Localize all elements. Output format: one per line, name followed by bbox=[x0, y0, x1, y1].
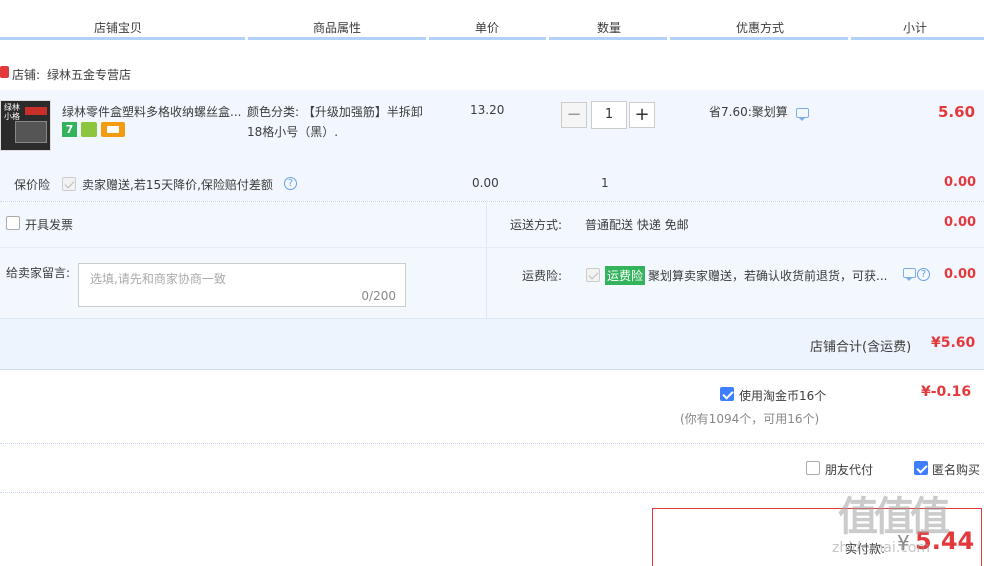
watermark-site: zhidemai.com bbox=[832, 540, 931, 556]
discount-text: 省7.60:聚划算 bbox=[709, 105, 788, 119]
use-coins-label: 使用淘金币16个 bbox=[739, 389, 827, 403]
shipping-label: 运送方式: bbox=[510, 218, 563, 232]
cart-header: 店铺宝贝 商品属性 单价 数量 优惠方式 小计 bbox=[0, 0, 984, 40]
product-thumbnail[interactable]: 绿林 小格 bbox=[0, 100, 51, 151]
credit-card-icon bbox=[101, 122, 125, 137]
quantity-increase-button[interactable]: + bbox=[629, 102, 655, 128]
header-divider bbox=[549, 37, 667, 40]
quantity-decrease-button[interactable]: − bbox=[561, 102, 587, 128]
insurance-subtotal: 0.00 bbox=[944, 175, 977, 190]
product-attr-line1: 颜色分类: 【升级加强筋】半拆卸 bbox=[247, 105, 423, 119]
chat-icon[interactable] bbox=[903, 268, 916, 281]
shipping-method: 普通配送 快递 免邮 bbox=[585, 218, 689, 232]
insurance-checkbox[interactable] bbox=[62, 177, 76, 191]
col-discount: 优惠方式 bbox=[736, 21, 785, 35]
friend-pay-label: 朋友代付 bbox=[825, 463, 874, 477]
thumbnail-banner bbox=[25, 107, 47, 115]
seller-message-input[interactable]: 选填,请先和商家协商一致 0/200 bbox=[78, 263, 406, 307]
seven-day-return-icon: 7 bbox=[62, 122, 77, 137]
anonymous-purchase-checkbox[interactable] bbox=[914, 461, 928, 475]
divider bbox=[0, 443, 984, 444]
divider bbox=[0, 492, 984, 493]
chat-icon[interactable] bbox=[796, 108, 809, 121]
shipping-price: 0.00 bbox=[944, 215, 977, 230]
watermark-logo: 值值值 bbox=[838, 494, 950, 540]
product-attr-line2: 18格小号（黑）. bbox=[247, 125, 339, 139]
freight-insurance-label: 运费险: bbox=[522, 269, 563, 283]
message-placeholder: 选填,请先和商家协商一致 bbox=[90, 272, 226, 286]
coins-discount: ¥-0.16 bbox=[921, 384, 972, 400]
invoice-label: 开具发票 bbox=[25, 218, 74, 232]
friend-pay-checkbox[interactable] bbox=[806, 461, 820, 475]
col-unit-price: 单价 bbox=[475, 21, 500, 35]
col-quantity: 数量 bbox=[597, 21, 622, 35]
unit-price: 13.20 bbox=[470, 103, 505, 117]
divider bbox=[0, 247, 984, 248]
vertical-divider bbox=[486, 202, 487, 318]
help-icon[interactable]: ? bbox=[917, 268, 930, 281]
freight-insurance-checkbox[interactable] bbox=[586, 268, 600, 282]
col-attributes: 商品属性 bbox=[313, 21, 362, 35]
insurance-desc: 卖家赠送,若15天降价,保险赔付差额 bbox=[82, 178, 273, 192]
use-coins-checkbox[interactable] bbox=[720, 387, 734, 401]
insurance-label: 保价险 bbox=[14, 178, 51, 192]
header-divider bbox=[429, 37, 546, 40]
shop-name[interactable]: 绿林五金专营店 bbox=[47, 66, 131, 83]
shop-icon bbox=[0, 66, 9, 78]
shop-label: 店铺: bbox=[12, 68, 41, 82]
message-counter: 0/200 bbox=[361, 289, 396, 303]
shop-total-label: 店铺合计(含运费) bbox=[810, 340, 912, 355]
header-divider bbox=[851, 37, 984, 40]
header-divider bbox=[248, 37, 426, 40]
quantity-input[interactable]: 1 bbox=[591, 101, 627, 129]
help-icon[interactable]: ? bbox=[284, 177, 297, 190]
insurance-price: 0.00 bbox=[472, 176, 499, 190]
product-title-link[interactable]: 绿林零件盒塑料多格收纳螺丝盒... bbox=[62, 103, 242, 120]
freight-insurance-price: 0.00 bbox=[944, 267, 977, 282]
message-label: 给卖家留言: bbox=[6, 266, 71, 280]
insurance-qty: 1 bbox=[601, 176, 609, 190]
guarantee-icon bbox=[81, 122, 97, 137]
item-subtotal: 5.60 bbox=[938, 103, 976, 121]
header-divider bbox=[0, 37, 245, 40]
freight-insurance-desc: 聚划算卖家赠送，若确认收货前退货，可获... bbox=[648, 269, 888, 283]
coins-available: (你有1094个，可用16个) bbox=[680, 412, 820, 426]
col-subtotal: 小计 bbox=[903, 21, 928, 35]
header-divider bbox=[670, 37, 848, 40]
thumbnail-text: 绿林 小格 bbox=[4, 103, 20, 121]
shop-total-value: ¥5.60 bbox=[931, 335, 976, 351]
col-shop-item: 店铺宝贝 bbox=[94, 21, 143, 35]
invoice-checkbox[interactable] bbox=[6, 216, 20, 230]
anonymous-purchase-label: 匿名购买 bbox=[932, 463, 981, 477]
thumbnail-box bbox=[15, 121, 47, 143]
freight-insurance-tag: 运费险 bbox=[605, 266, 646, 285]
